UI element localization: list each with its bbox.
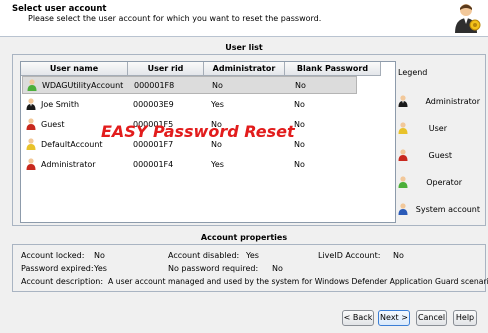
cancel-button[interactable]: Cancel	[416, 310, 447, 326]
column-header-administrator[interactable]: Administrator	[204, 62, 285, 75]
legend-item-guest: Guest	[396, 149, 484, 163]
user-name-cell: Joe Smith	[22, 98, 128, 110]
page-title: Select user account	[12, 4, 107, 14]
next-button[interactable]: Next >	[378, 310, 410, 326]
administrator-cell: Yes	[211, 99, 224, 109]
blank-password-cell: No	[294, 99, 305, 109]
user-list-title: User list	[225, 43, 263, 52]
product-watermark: EASY Password Reset	[101, 122, 295, 141]
wizard-header: Select user account Please select the us…	[0, 0, 488, 37]
blank-password-cell: No	[295, 80, 306, 90]
account-description-value: A user account managed and used by the s…	[108, 277, 488, 286]
guest-user-icon	[398, 149, 408, 161]
liveid-account-label: LiveID Account:	[318, 251, 381, 260]
legend-item-operator: Operator	[396, 176, 484, 190]
column-header-user-name[interactable]: User name	[21, 62, 128, 75]
user-admin-icon	[455, 4, 481, 33]
operator-user-icon	[398, 176, 408, 188]
legend-item-user: User	[396, 122, 484, 136]
user-rid-cell: 000001F4	[133, 159, 174, 169]
account-locked-label: Account locked:	[21, 251, 85, 260]
administrator-user-icon	[398, 95, 408, 107]
account-locked-value: No	[94, 251, 105, 260]
no-password-required-label: No password required:	[168, 264, 259, 273]
standard-user-icon	[398, 122, 408, 134]
legend-title: Legend	[398, 68, 428, 77]
table-row[interactable]: Administrator 000001F4 Yes No	[22, 155, 355, 173]
table-row[interactable]: Joe Smith 000003E9 Yes No	[22, 95, 355, 113]
column-header-user-rid[interactable]: User rid	[128, 62, 204, 75]
user-list-grid[interactable]: User name User rid Administrator Blank P…	[20, 61, 396, 223]
user-rid-cell: 000001F8	[134, 80, 175, 90]
standard-user-icon	[26, 138, 36, 150]
no-password-required-value: No	[272, 264, 283, 273]
help-button[interactable]: Help	[453, 310, 477, 326]
administrator-cell: No	[212, 80, 223, 90]
blank-password-cell: No	[294, 159, 305, 169]
guest-user-icon	[26, 118, 36, 130]
liveid-account-value: No	[393, 251, 404, 260]
page-subtitle: Please select the user account for which…	[28, 14, 322, 23]
password-expired-label: Password expired:	[21, 264, 94, 273]
account-description-label: Account description:	[21, 277, 104, 286]
back-button[interactable]: < Back	[342, 310, 374, 326]
legend-item-administrator: Administrator	[396, 95, 484, 109]
user-list-header: User name User rid Administrator Blank P…	[21, 62, 381, 76]
password-expired-value: Yes	[94, 264, 107, 273]
blank-password-cell: No	[294, 139, 305, 149]
column-header-blank-password[interactable]: Blank Password	[285, 62, 381, 75]
user-name-cell: Administrator	[22, 158, 128, 170]
user-rid-cell: 000003E9	[133, 99, 174, 109]
system-account-icon	[398, 203, 408, 215]
account-disabled-value: Yes	[246, 251, 259, 260]
operator-user-icon	[27, 79, 37, 91]
table-row[interactable]: WDAGUtilityAccount 000001F8 No No	[22, 76, 357, 94]
account-properties-title: Account properties	[200, 233, 288, 242]
blank-password-cell: No	[294, 119, 305, 129]
administrator-user-icon	[26, 98, 36, 110]
administrator-cell: Yes	[211, 159, 224, 169]
user-name-cell: WDAGUtilityAccount	[23, 79, 129, 91]
guest-user-icon	[26, 158, 36, 170]
account-disabled-label: Account disabled:	[168, 251, 240, 260]
legend-item-system-account: System account	[396, 203, 484, 217]
